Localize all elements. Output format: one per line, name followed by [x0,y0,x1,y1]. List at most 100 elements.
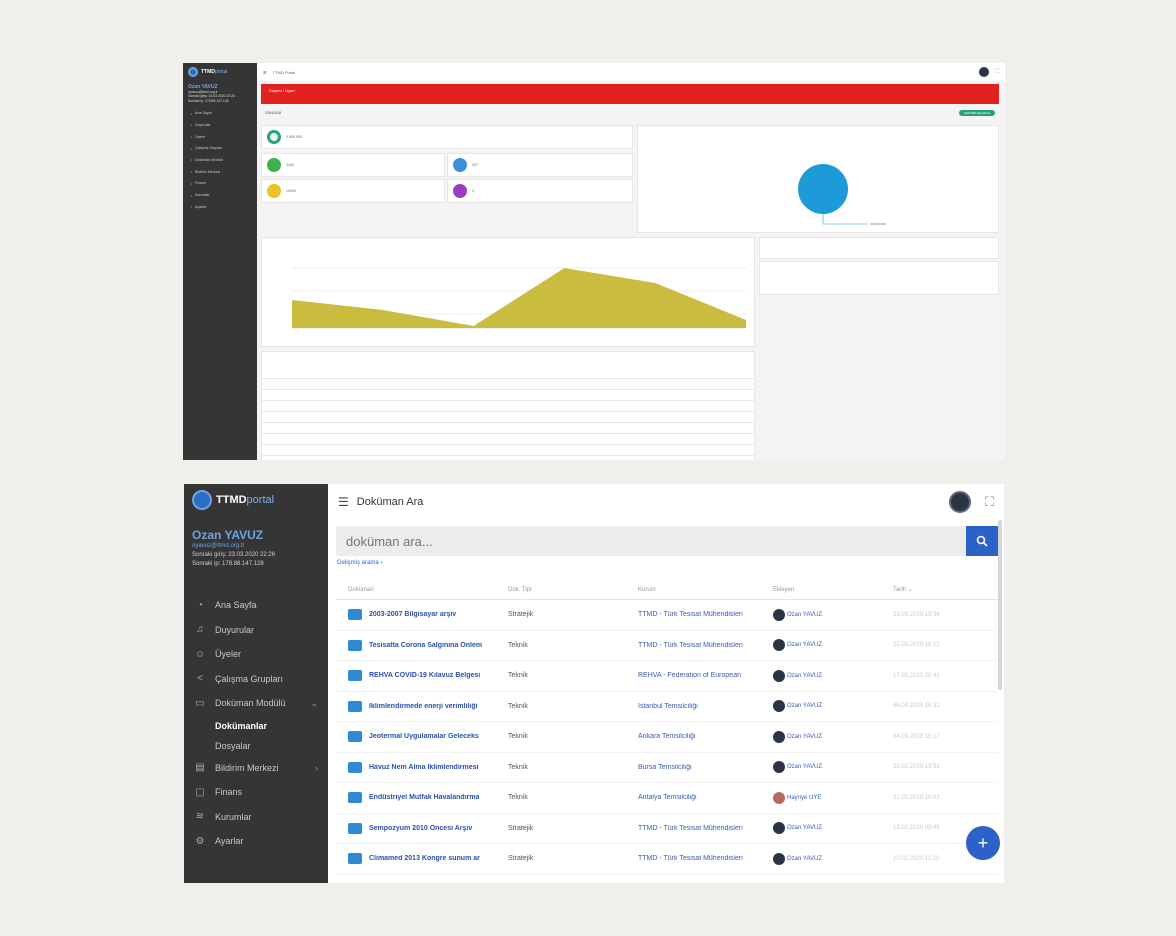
sidebar-item[interactable]: • Çalışma Grupları [183,142,257,154]
institution-link[interactable]: TTMD - Türk Tesisat Mühendisleri [638,642,773,649]
brand[interactable]: TTMDportal [183,63,257,81]
document-name-link[interactable]: REHVA COVID-19 Kılavuz Belgesi [369,672,480,679]
pie-chart-card [637,125,999,233]
uploader-link[interactable]: Ozan YAVUZ [787,642,822,648]
sidebar-subitem-files[interactable]: Dosyalar [184,736,328,756]
document-name-link[interactable]: Tesisatta Corona Salgınına Önlem [369,642,482,649]
user-name: Ozan YAVUZ [192,528,264,542]
sidebar-item-groups[interactable]: < Çalışma Grupları [184,667,328,692]
dashboard-screenshot: TTMDportal Ozan YAVUZ oyavuz@ttmd.org.tr… [183,63,1005,460]
add-document-button[interactable]: YENİ BELGE EKLE [958,110,995,116]
column-header-type[interactable]: Dok. Tipi [504,587,638,593]
column-header-institution[interactable]: Kurum [638,587,773,593]
user-email[interactable]: oyavuz@ttmd.org.tr [192,542,320,551]
avatar [773,669,785,682]
table-row[interactable]: Sempozyum 2010 Öncesi Arşiv Stratejik TTMD… [336,814,998,844]
table-row[interactable]: 2003-2007 Bilgisayar arşiv Stratejik TTMD … [336,600,998,631]
table-row[interactable]: Tesisatta Corona Salgınına Önlem Teknik TT… [336,631,998,661]
institution-link[interactable]: TTMD - Türk Tesisat Mühendisleri [638,611,773,618]
sidebar-item-label: Finans [195,181,206,186]
column-header-date[interactable]: Tarih ⌄ [893,586,998,593]
sidebar-item-label: Doküman Modülü [215,698,286,709]
table-row[interactable]: Jeotermal Uygulamalar Geleceks Teknik Anka… [336,722,998,753]
sidebar-subitem-documents[interactable]: Dokümanlar [184,716,328,736]
avatar [773,639,785,652]
uploader-link[interactable]: Ozan YAVUZ [787,673,822,679]
uploader-link[interactable]: Hayriye UYE [787,795,821,801]
advanced-search-link[interactable]: Gelişmiş arama › [337,560,382,566]
table-row[interactable]: Havuz Nem Alma İklimlendirmesi Teknik Burs… [336,753,998,783]
institution-link[interactable]: İstanbul Temsilciliği [638,703,773,710]
document-name-link[interactable]: İklimlendirmede enerji verimliliği [369,703,478,710]
sidebar-item-notifications[interactable]: ▤ Bildirim Merkezi › [184,756,328,781]
announcement-row[interactable] [262,379,754,390]
menu-icon[interactable]: ☰ [338,495,349,509]
search-button[interactable] [966,526,998,556]
document-name-link[interactable]: Climamed 2013 Kongre sunum ar [369,855,480,862]
add-button[interactable]: + [966,826,1000,860]
uploader-link[interactable]: Ozan YAVUZ [787,825,822,831]
fullscreen-icon[interactable]: ⛶ [995,69,999,76]
table-row[interactable]: İklimlendirmede enerji verimliliği Teknik… [336,692,998,722]
uploader-link[interactable]: Ozan YAVUZ [787,703,822,709]
sidebar-item[interactable]: • Ayarlar [183,201,257,213]
uploader-link[interactable]: Ozan YAVUZ [787,764,822,770]
document-name-link[interactable]: Sempozyum 2010 Öncesi Arşiv [369,825,472,832]
institution-link[interactable]: Bursa Temsilciliği [638,764,773,771]
announcement-row[interactable] [262,423,754,434]
sidebar-item[interactable]: • Bildirim Merkezi [183,166,257,178]
document-name-link[interactable]: Jeotermal Uygulamalar Geleceks [369,733,479,740]
sidebar-item-announcements[interactable]: ♫ Duyurular [184,618,328,643]
sidebar-item-institutions[interactable]: ≋ Kurumlar [184,805,328,830]
column-header-document[interactable]: Doküman [336,587,504,593]
column-header-uploader[interactable]: Ekleyen [773,587,893,593]
doc-cell: İklimlendirmede enerji verimliliği [336,700,504,712]
uploader-link[interactable]: Ozan YAVUZ [787,734,822,740]
user-info: Ozan YAVUZ oyavuz@ttmd.org.tr Sonraki gi… [183,81,257,107]
institution-link[interactable]: Antalya Temsilciliği [638,794,773,801]
sidebar-item[interactable]: • Üyeler [183,131,257,143]
table-row[interactable]: Climamed 2013 Kongre sunum ar Stratejik TT… [336,844,998,875]
avatar[interactable] [978,67,989,77]
document-name-link[interactable]: 2003-2007 Bilgisayar arşiv [369,611,456,618]
doc-cell: 2003-2007 Bilgisayar arşiv [336,609,504,621]
main-area: ☰ Doküman Ara ⛶ Gelişmiş arama › Doküman… [328,484,1004,883]
avatar[interactable] [948,491,971,513]
announcement-row[interactable] [262,412,754,423]
brand-bold: TTMD [216,494,247,506]
search-input[interactable] [336,526,966,556]
institution-link[interactable]: TTMD - Türk Tesisat Mühendisleri [638,825,773,832]
document-name-link[interactable]: Endüstriyel Mutfak Havalandırma [369,794,479,801]
table-row[interactable]: Endüstriyel Mutfak Havalandırma Teknik Ant… [336,783,998,814]
nav-icon: • [190,180,193,186]
scrollbar[interactable] [998,520,1002,690]
brand[interactable]: TTMDportal [184,484,328,516]
sidebar-item-settings[interactable]: ⚙ Ayarlar [184,829,328,854]
announcement-row[interactable] [262,401,754,412]
sidebar-item[interactable]: • Ana Sayfa [183,107,257,119]
fullscreen-icon[interactable]: ⛶ [985,494,994,510]
sidebar-item-home[interactable]: ◔ Ana Sayfa [184,593,328,618]
institution-link[interactable]: TTMD - Türk Tesisat Mühendisleri [638,855,773,862]
sidebar-item[interactable]: • Kurumlar [183,189,257,201]
sidebar-item[interactable]: • Finans [183,178,257,190]
announcement-row[interactable] [262,368,754,379]
uploader-link[interactable]: Ozan YAVUZ [787,612,822,618]
institution-link[interactable]: Ankara Temsilciliği [638,733,773,740]
sidebar-item-members[interactable]: ☺ Üyeler [184,642,328,667]
menu-icon[interactable]: ☰ [263,70,267,75]
institution-link[interactable]: REHVA - Federation of European [638,672,773,679]
sidebar-item-finance[interactable]: ▢ Finans [184,780,328,805]
announcement-row[interactable] [262,434,754,445]
announcement-row[interactable] [262,390,754,401]
uploader-link[interactable]: Ozan YAVUZ [787,856,822,862]
document-name-link[interactable]: Havuz Nem Alma İklimlendirmesi [369,764,478,771]
sidebar-item[interactable]: • Duyurular [183,119,257,131]
user-info: Ozan YAVUZ oyavuz@ttmd.org.tr Sonraki gi… [184,516,328,577]
table-row[interactable]: REHVA COVID-19 Kılavuz Belgesi Teknik REHV… [336,661,998,692]
sidebar-item[interactable]: • Doküman Modülü [183,154,257,166]
avatar [773,761,785,774]
sidebar-item-doc-module[interactable]: ▭ Doküman Modülü ⌄ [184,691,328,716]
sidebar-item-label: Finans [215,787,243,798]
announcement-row[interactable] [262,445,754,456]
